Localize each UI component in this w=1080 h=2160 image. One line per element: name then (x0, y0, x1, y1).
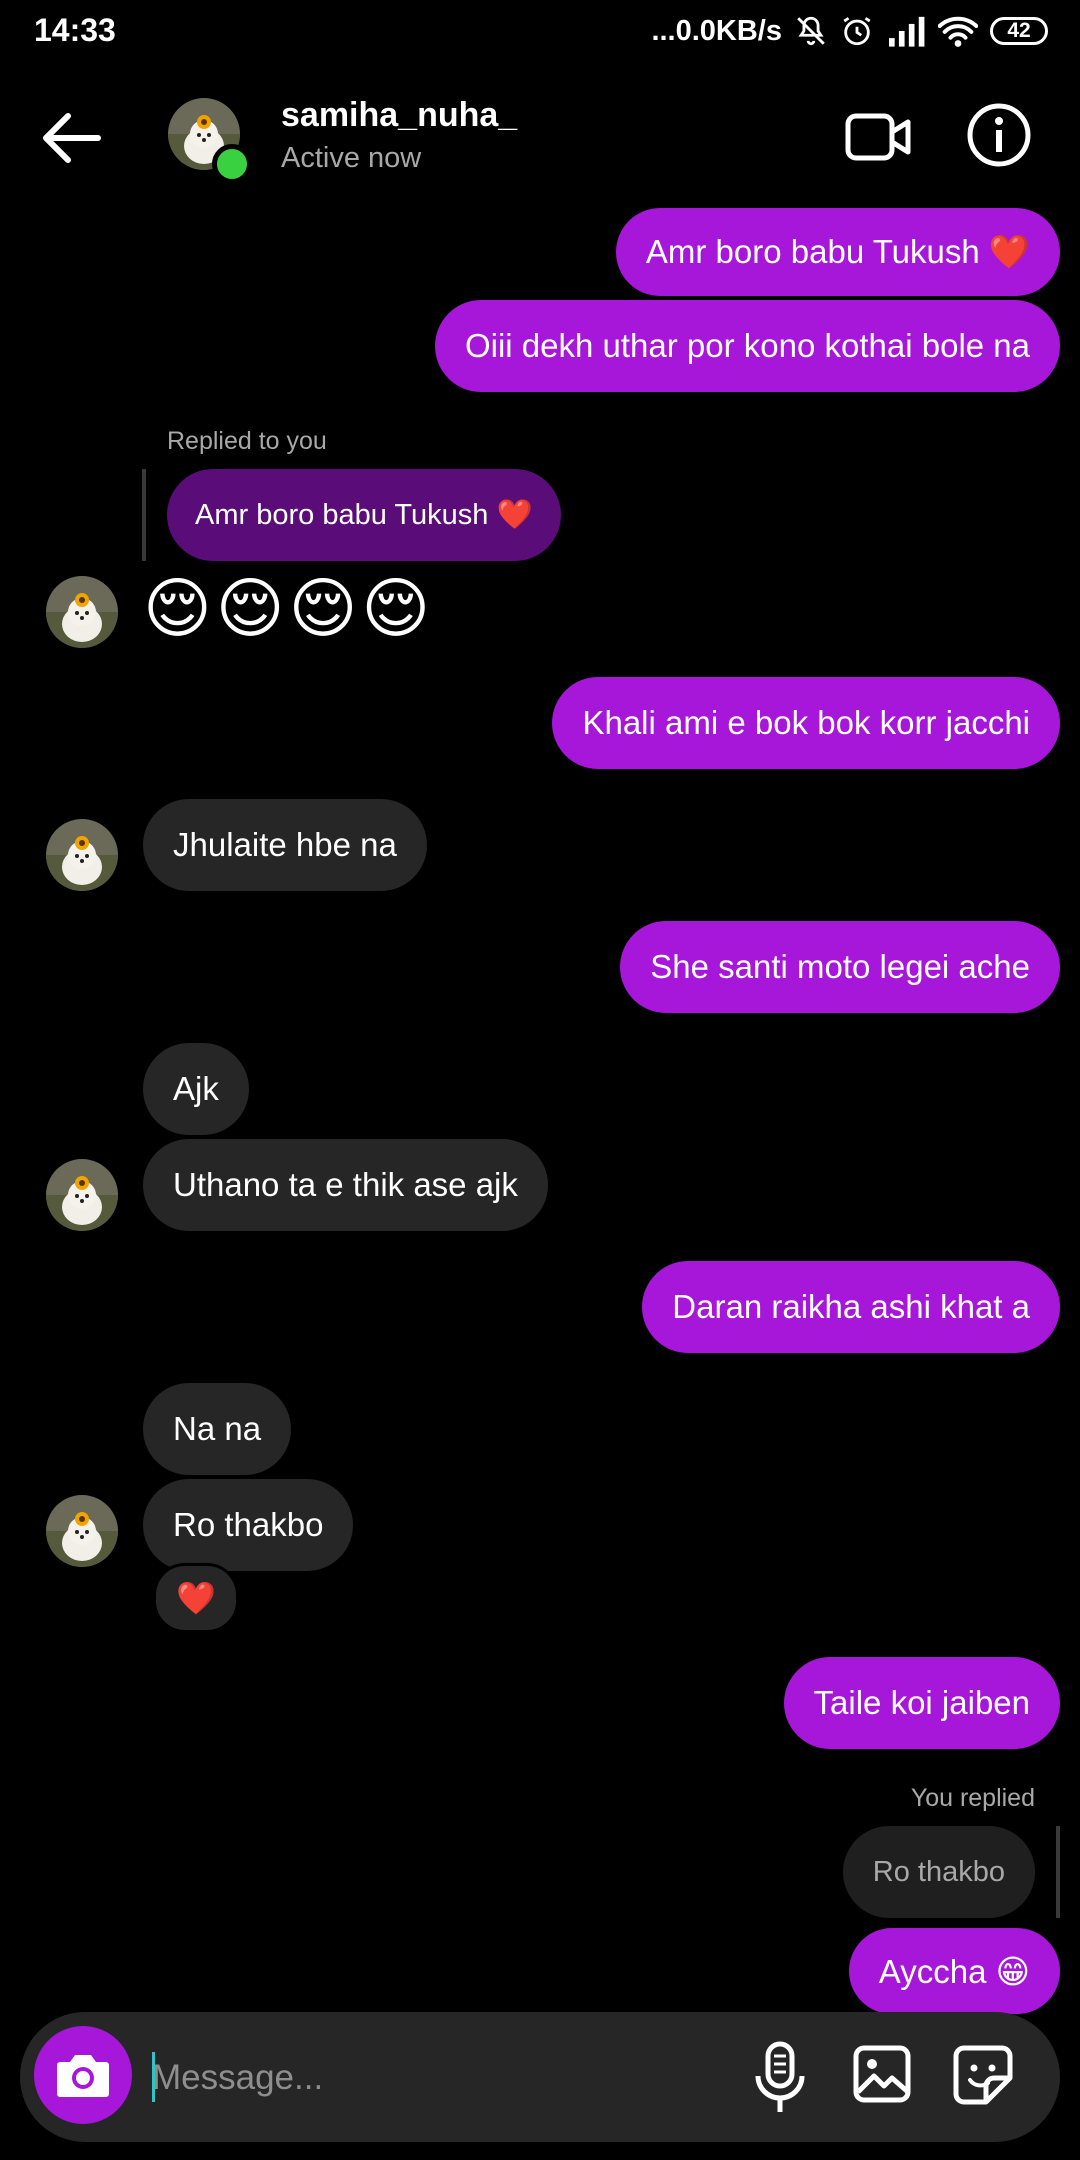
message-outgoing[interactable]: Amr boro babu Tukush ❤️ (615, 208, 1060, 296)
info-icon (967, 103, 1031, 167)
message-incoming[interactable]: Uthano ta e thik ase ajk (143, 1139, 548, 1231)
camera-button[interactable] (34, 2026, 132, 2124)
gallery-icon (853, 2045, 911, 2103)
mute-icon (797, 16, 825, 46)
battery-indicator: 42 (990, 17, 1048, 45)
sticker-button[interactable] (952, 2044, 1014, 2106)
reply-label: Replied to you (167, 427, 327, 455)
message-incoming[interactable]: Na na (143, 1383, 292, 1475)
voice-message-button[interactable] (752, 2040, 808, 2116)
avatar[interactable] (46, 819, 118, 891)
wifi-icon (938, 16, 978, 47)
message-outgoing[interactable]: She santi moto legei ache (620, 921, 1060, 1013)
quoted-message[interactable]: Ro thakbo (842, 1826, 1035, 1918)
contact-username[interactable]: samiha_nuha_ (281, 96, 517, 135)
status-icons: ...0.0KB/s 42 (651, 10, 1048, 52)
message-emoji[interactable]: 😌😌😌😌 (143, 566, 434, 650)
sticker-icon (953, 2045, 1013, 2105)
reply-label: You replied (910, 1784, 1035, 1812)
message-incoming[interactable]: Ajk (143, 1043, 249, 1135)
gallery-button[interactable] (852, 2044, 912, 2104)
microphone-icon (755, 2041, 805, 2112)
avatar[interactable] (46, 1495, 118, 1567)
dog-photo-icon (46, 819, 118, 891)
alarm-icon (843, 17, 871, 46)
quoted-message[interactable]: Amr boro babu Tukush ❤️ (167, 469, 561, 561)
reply-bar (1056, 1826, 1060, 1918)
message-incoming[interactable]: Ro thakbo (143, 1479, 354, 1571)
info-button[interactable] (966, 102, 1032, 168)
message-outgoing[interactable]: Khali ami e bok bok korr jacchi (552, 677, 1060, 769)
status-time: 14:33 (34, 12, 116, 48)
online-indicator (212, 144, 252, 184)
signal-icon (889, 16, 925, 47)
camera-icon (57, 2055, 109, 2097)
message-input[interactable] (150, 2042, 714, 2114)
video-call-button[interactable] (844, 106, 912, 168)
battery-level: 42 (1007, 19, 1031, 42)
video-call-icon (845, 113, 911, 161)
dog-photo-icon (46, 1495, 118, 1567)
reaction-badge[interactable]: ❤️ (153, 1563, 239, 1633)
presence-status: Active now (281, 142, 422, 174)
dog-photo-icon (46, 1159, 118, 1231)
message-outgoing[interactable]: Oiii dekh uthar por kono kothai bole na (434, 300, 1060, 392)
message-outgoing[interactable]: Taile koi jaiben (783, 1657, 1060, 1749)
reply-bar (142, 469, 146, 561)
text-cursor (152, 2052, 155, 2102)
message-outgoing[interactable]: Ayccha 😁 (848, 1928, 1060, 2014)
message-incoming[interactable]: Jhulaite hbe na (143, 799, 427, 891)
avatar[interactable] (46, 1159, 118, 1231)
message-outgoing[interactable]: Daran raikha ashi khat a (642, 1261, 1060, 1353)
dog-photo-icon (46, 576, 118, 648)
network-speed: ...0.0KB/s (651, 14, 782, 47)
back-arrow-icon (43, 113, 101, 163)
avatar[interactable] (46, 576, 118, 648)
back-button[interactable] (38, 108, 108, 168)
